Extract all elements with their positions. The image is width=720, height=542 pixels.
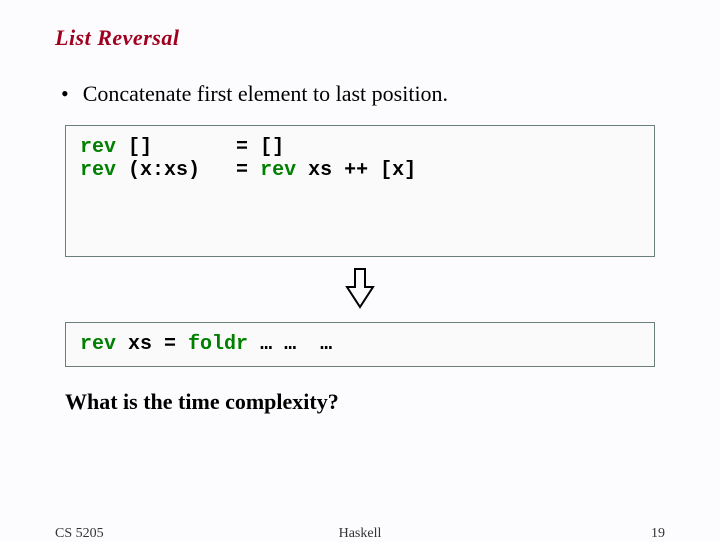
foldr-keyword: foldr bbox=[188, 333, 248, 356]
code-text: [] bbox=[116, 136, 236, 159]
code-line-1: rev [] = [] bbox=[80, 136, 640, 159]
rev-keyword: rev bbox=[80, 159, 116, 182]
concat-op: ++ bbox=[344, 159, 380, 182]
code-text: [x] bbox=[380, 159, 416, 182]
code-definition-box: rev [] = [] rev (x:xs) = rev xs ++ [x] bbox=[65, 125, 655, 257]
code-foldr-box: rev xs = foldr … … … bbox=[65, 322, 655, 367]
code-text: [] bbox=[260, 136, 284, 159]
code-line-foldr: rev xs = foldr … … … bbox=[80, 333, 640, 356]
equals-op: = bbox=[164, 333, 188, 356]
bullet-dot: • bbox=[61, 81, 69, 107]
question-text: What is the time complexity? bbox=[65, 389, 655, 415]
bullet-item: • Concatenate first element to last posi… bbox=[55, 81, 665, 107]
code-line-2: rev (x:xs) = rev xs ++ [x] bbox=[80, 159, 640, 182]
bullet-text: Concatenate first element to last positi… bbox=[83, 81, 448, 107]
slide-title: List Reversal bbox=[55, 25, 665, 51]
rev-keyword: rev bbox=[80, 333, 116, 356]
down-arrow-icon bbox=[343, 267, 377, 311]
code-text: xs bbox=[296, 159, 344, 182]
down-arrow bbox=[55, 267, 665, 316]
rev-keyword: rev bbox=[80, 136, 116, 159]
code-text: (x:xs) bbox=[116, 159, 236, 182]
slide: List Reversal • Concatenate first elemen… bbox=[0, 0, 720, 540]
code-text: … … … bbox=[248, 333, 332, 356]
rev-keyword: rev bbox=[260, 159, 296, 182]
code-text: xs bbox=[116, 333, 164, 356]
equals-op: = bbox=[236, 159, 260, 182]
equals-op: = bbox=[236, 136, 260, 159]
